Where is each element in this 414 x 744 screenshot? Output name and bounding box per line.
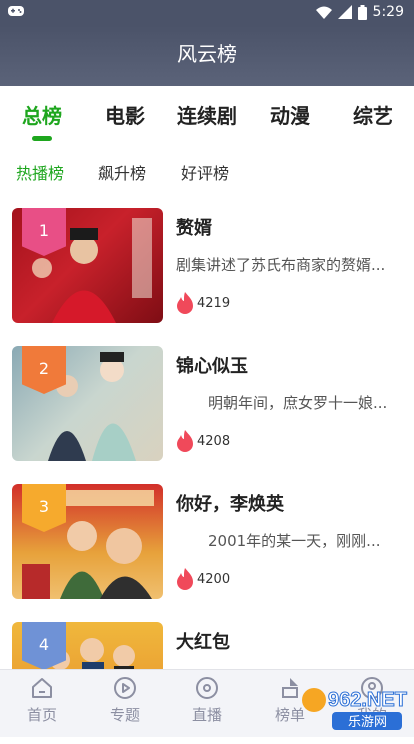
item-title: 你好，李焕英 — [176, 494, 284, 515]
play-circle-icon — [114, 677, 136, 699]
category-tabs: 总榜 电影 连续剧 动漫 综艺 — [0, 86, 414, 146]
poster-image: 1 — [12, 208, 163, 323]
heat-value: 4208 — [197, 433, 231, 449]
item-description: 明朝年间，庶女罗十一娘... — [208, 394, 388, 412]
tab-movie[interactable]: 电影 — [85, 100, 165, 129]
tab-label: 总榜 — [22, 104, 62, 128]
signal-icon — [337, 5, 352, 19]
nav-label: 首页 — [26, 706, 57, 724]
active-tab-indicator — [32, 136, 52, 141]
item-description: 2001年的某一天，刚刚... — [208, 532, 381, 550]
heat-count: 4200 — [176, 568, 230, 590]
tab-variety[interactable]: 综艺 — [333, 100, 413, 129]
item-title: 大红包 — [176, 632, 230, 653]
nav-label: 专题 — [109, 706, 140, 724]
heat-value: 4200 — [197, 571, 231, 587]
heat-count: 4208 — [176, 430, 230, 452]
item-title: 锦心似玉 — [176, 356, 248, 377]
tab-series[interactable]: 连续剧 — [167, 100, 247, 129]
subtab-hot[interactable]: 热播榜 — [16, 160, 64, 184]
subtab-rising[interactable]: 飙升榜 — [98, 160, 146, 184]
nav-live[interactable]: 直播 — [177, 676, 237, 725]
nav-label: 直播 — [191, 706, 222, 724]
battery-icon — [357, 4, 367, 20]
svg-text:962.NET: 962.NET — [328, 689, 407, 711]
wifi-icon — [315, 6, 332, 19]
item-title: 赘婿 — [176, 218, 212, 239]
list-item[interactable]: 3 你好，李焕英 2001年的某一天，刚刚... 4200 — [0, 476, 414, 606]
svg-text:乐游网: 乐游网 — [348, 715, 387, 730]
rank-badge: 3 — [22, 484, 66, 532]
heat-count: 4219 — [176, 292, 230, 314]
status-bar: 5:29 — [0, 0, 414, 26]
sub-tabs: 热播榜 飙升榜 好评榜 — [0, 150, 414, 190]
flame-icon — [177, 568, 193, 590]
item-description: 剧集讲述了苏氏布商家的赘婿... — [176, 256, 386, 274]
heat-value: 4219 — [197, 295, 231, 311]
home-icon — [32, 678, 52, 698]
flame-icon — [177, 430, 193, 452]
status-time: 5:29 — [372, 4, 404, 20]
poster-image: 2 — [12, 346, 163, 461]
list-item[interactable]: 2 锦心似玉 明朝年间，庶女罗十一娘... 4208 — [0, 338, 414, 468]
nav-topics[interactable]: 专题 — [95, 676, 155, 725]
list-item[interactable]: 1 赘婿 剧集讲述了苏氏布商家的赘婿... 4219 — [0, 200, 414, 330]
gamepad-icon — [8, 6, 24, 16]
watermark-logo: 962.NET 乐游网 — [298, 684, 408, 732]
live-icon — [196, 677, 218, 699]
nav-home[interactable]: 首页 — [12, 676, 72, 725]
flame-icon — [177, 292, 193, 314]
page-title: 风云榜 — [0, 26, 414, 86]
tab-all[interactable]: 总榜 — [2, 100, 82, 141]
rank-badge: 2 — [22, 346, 66, 394]
rank-badge: 4 — [22, 622, 66, 670]
rank-badge: 1 — [22, 208, 66, 256]
subtab-rated[interactable]: 好评榜 — [181, 160, 229, 184]
tab-anime[interactable]: 动漫 — [250, 100, 330, 129]
poster-image: 3 — [12, 484, 163, 599]
